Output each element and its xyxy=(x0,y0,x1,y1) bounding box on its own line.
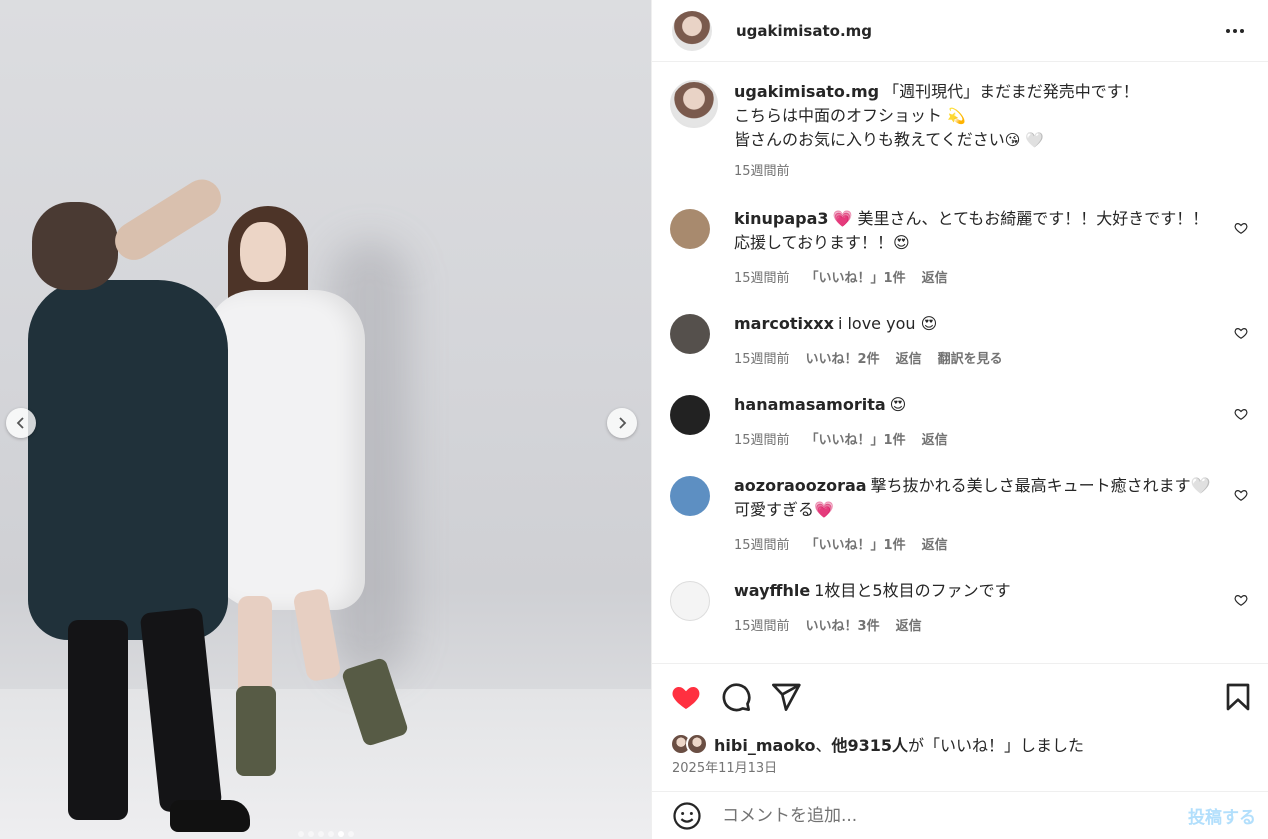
model-dress xyxy=(205,290,365,610)
author-username[interactable]: ugakimisato.mg xyxy=(736,22,1220,40)
caption-line: 皆さんのお気に入りも教えてください xyxy=(734,130,1005,149)
dizzy-emoji: 💫 xyxy=(947,107,966,125)
comment-item: aozoraoozoraa 撃ち抜かれる美しさ最高キュート癒されます🤍 可愛すぎる… xyxy=(670,474,1252,553)
comment-text: i love you 😍 xyxy=(837,314,938,333)
comment-likes[interactable]: いいね！2件 xyxy=(806,348,880,367)
reply-button[interactable]: 返信 xyxy=(922,267,948,286)
stylist-body xyxy=(28,280,228,640)
reply-button[interactable]: 返信 xyxy=(922,534,948,553)
comment-likes[interactable]: いいね！3件 xyxy=(806,615,880,634)
carousel-indicator xyxy=(0,831,651,837)
liker-username[interactable]: hibi_maoko xyxy=(714,736,815,755)
kiss-emoji: 😘 🤍 xyxy=(1004,131,1044,149)
carousel-dot xyxy=(337,831,344,837)
comment-item: marcotixxx i love you 😍 15週間前 いいね！2件 返信 翻… xyxy=(670,312,1252,367)
caption-username[interactable]: ugakimisato.mg xyxy=(734,82,879,101)
post-comment-button[interactable]: 投稿する xyxy=(1188,803,1256,828)
caption-line: 「週刊現代」まだまだ発売中です！ xyxy=(883,82,1139,101)
stylist-hair xyxy=(32,202,118,290)
reply-button[interactable]: 返信 xyxy=(896,348,922,367)
bookmark-icon[interactable] xyxy=(1222,681,1254,713)
avatar[interactable] xyxy=(670,209,710,249)
comment-username[interactable]: kinupapa3 xyxy=(734,209,829,228)
avatar[interactable] xyxy=(670,581,710,621)
comment-item: hanamasamorita 😍 15週間前 「いいね！」1件 返信 xyxy=(670,393,1252,448)
comment-time[interactable]: 15週間前 xyxy=(734,429,790,448)
carousel-dot xyxy=(307,831,314,837)
chevron-left-icon xyxy=(16,417,24,429)
smiley-icon[interactable] xyxy=(672,801,702,831)
comment-input[interactable] xyxy=(722,805,1188,826)
comments-list[interactable]: ugakimisato.mg 「週刊現代」まだまだ発売中です！ こちらは中面のオフ… xyxy=(652,62,1268,663)
comment-time[interactable]: 15週間前 xyxy=(734,267,790,286)
more-horizontal-icon xyxy=(1226,28,1230,33)
carousel-prev-button[interactable] xyxy=(6,408,36,438)
avatar[interactable] xyxy=(670,476,710,516)
carousel-next-button[interactable] xyxy=(607,408,637,438)
carousel-dot xyxy=(297,831,304,837)
post-photo[interactable] xyxy=(0,0,651,839)
comment-item: wayffhle 1枚目と5枚目のファンです 15週間前 いいね！3件 返信 xyxy=(670,579,1252,634)
comment-username[interactable]: wayffhle xyxy=(734,581,810,600)
reply-button[interactable]: 返信 xyxy=(922,429,948,448)
comment-icon[interactable] xyxy=(720,681,752,713)
comment-likes[interactable]: 「いいね！」1件 xyxy=(806,534,906,553)
comment-username[interactable]: marcotixxx xyxy=(734,314,834,333)
chevron-right-icon xyxy=(619,417,627,429)
heart-outline-icon[interactable] xyxy=(1234,326,1248,340)
heart-outline-icon[interactable] xyxy=(1234,593,1248,607)
post-actions xyxy=(652,663,1268,729)
model-face xyxy=(240,222,286,282)
add-comment-bar: 投稿する xyxy=(652,791,1268,839)
post-date[interactable]: 2025年11月13日 xyxy=(652,759,1268,783)
carousel-dot xyxy=(317,831,324,837)
avatar[interactable] xyxy=(670,395,710,435)
caption-line: こちらは中面のオフショット xyxy=(734,106,943,125)
model-boot xyxy=(236,686,276,776)
post-header: ugakimisato.mg xyxy=(652,0,1268,62)
more-options-button[interactable] xyxy=(1220,23,1250,39)
stylist-boot xyxy=(170,800,250,832)
comment-time[interactable]: 15週間前 xyxy=(734,534,790,553)
heart-outline-icon[interactable] xyxy=(1234,407,1248,421)
caption-time[interactable]: 15週間前 xyxy=(734,160,790,179)
stylist-leg xyxy=(68,620,128,820)
comment-text: 1枚目と5枚目のファンです xyxy=(814,581,1011,600)
avatar[interactable] xyxy=(670,314,710,354)
heart-filled-icon[interactable] xyxy=(670,681,702,713)
heart-outline-icon[interactable] xyxy=(1234,488,1248,502)
comment-likes[interactable]: 「いいね！」1件 xyxy=(806,267,906,286)
comment-item: kinupapa3 💗 美里さん、とてもお綺麗です！！大好きです！！応援しておりま… xyxy=(670,207,1252,286)
comment-likes[interactable]: 「いいね！」1件 xyxy=(806,429,906,448)
comment-username[interactable]: hanamasamorita xyxy=(734,395,886,414)
stylist-arm xyxy=(107,172,229,268)
post-sidebar: ugakimisato.mg ugakimisato.mg 「週刊現代」まだまだ発… xyxy=(651,0,1268,839)
comment-username[interactable]: aozoraoozoraa xyxy=(734,476,867,495)
comment-time[interactable]: 15週間前 xyxy=(734,615,790,634)
avatar[interactable] xyxy=(670,80,718,128)
avatar[interactable] xyxy=(672,10,712,51)
carousel-dot xyxy=(347,831,354,837)
heart-outline-icon[interactable] xyxy=(1234,221,1248,235)
reply-button[interactable]: 返信 xyxy=(896,615,922,634)
share-icon[interactable] xyxy=(770,681,802,713)
caption: ugakimisato.mg 「週刊現代」まだまだ発売中です！ こちらは中面のオフ… xyxy=(670,78,1252,179)
comment-time[interactable]: 15週間前 xyxy=(734,348,790,367)
likes-count[interactable]: 他9315人 xyxy=(832,736,909,755)
avatar xyxy=(686,733,708,755)
translate-button[interactable]: 翻訳を見る xyxy=(938,348,1003,367)
carousel-dot xyxy=(327,831,334,837)
comment-text: 😍 xyxy=(889,395,907,414)
likes-summary: hibi_maoko、他9315人が「いいね！」しました xyxy=(652,729,1268,759)
